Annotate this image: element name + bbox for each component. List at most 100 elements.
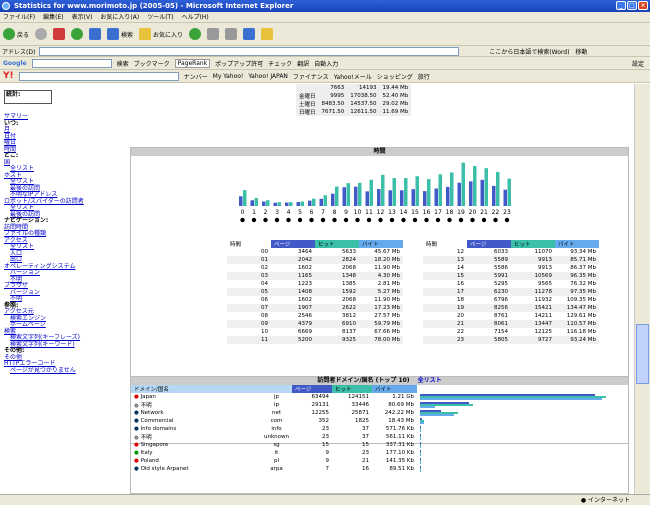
address-input[interactable]	[39, 46, 460, 56]
yahoo-link[interactable]: 旅行	[418, 72, 430, 81]
yahoo-search-input[interactable]	[18, 71, 179, 81]
menu-item[interactable]: 編集(E)	[43, 14, 63, 21]
cell-hour: 11	[261, 337, 268, 343]
cell-bars	[417, 409, 628, 417]
google-search-button[interactable]: 検索	[117, 59, 129, 68]
translate-button[interactable]: 翻訳	[297, 59, 309, 68]
cell-pages: 29131	[311, 402, 330, 408]
table-header-row: 時間 ページ ヒット バイト	[227, 240, 403, 248]
menu-item[interactable]: 表示(V)	[72, 14, 93, 21]
cell-hits: 6910	[342, 321, 356, 327]
favorites-button[interactable]: お気に入り	[139, 28, 183, 40]
domain-bar	[420, 462, 421, 464]
yahoo-link[interactable]: ファイナンス	[293, 72, 329, 81]
column-header: ヒット	[315, 240, 359, 248]
cell-name: ● Commercial	[131, 417, 261, 425]
cell-code: pl	[273, 458, 280, 464]
yahoo-link[interactable]: Yahoo! JAPAN	[248, 73, 288, 80]
hour-bar-hits	[335, 186, 339, 206]
cell-hour: 21	[457, 321, 464, 327]
hour-bar-hits	[473, 166, 477, 206]
table-row: 05 1408 1592 5.27 Mb	[227, 288, 403, 296]
hour-bar-pages	[423, 191, 427, 206]
menu-item[interactable]: ツール(T)	[147, 14, 173, 21]
cell-day: 日曜日	[299, 110, 316, 116]
hour-tick-label: 10	[354, 209, 362, 216]
table-row: 00 3464 5633 45.67 Mb	[227, 248, 403, 256]
cell-bw: 177.10 Kb	[385, 450, 414, 456]
domain-name: Singapore	[140, 442, 169, 448]
note-button[interactable]	[261, 28, 274, 40]
menu-item[interactable]: お気に入り(A)	[100, 14, 139, 21]
yahoo-link[interactable]: ショッピング	[377, 72, 413, 81]
cell-bars	[417, 449, 628, 457]
yahoo-link[interactable]: Yahoo!メール	[334, 72, 372, 81]
table-row: ● Singapore sg 15 15 337.31 Kb	[131, 441, 628, 449]
nav-link[interactable]: ページが見つかりません	[4, 367, 122, 375]
hour-tick-label: 20	[469, 209, 477, 216]
clock-icon	[389, 217, 395, 223]
forward-button[interactable]	[35, 28, 48, 40]
domain-name: Commercial	[140, 418, 174, 424]
cell-pages: 5200	[298, 337, 312, 343]
table-row: 01 2042 2824 18.20 Mb	[227, 256, 403, 264]
mail-button[interactable]	[207, 28, 220, 40]
stop-button[interactable]	[53, 28, 66, 40]
yahoo-link[interactable]: ナンバー	[184, 72, 208, 81]
cell-bw: 2.81 Mb	[377, 281, 400, 287]
menu-item[interactable]: ファイル(F)	[3, 14, 35, 21]
cell-pages: 5586	[494, 265, 508, 271]
clock-icon	[240, 217, 245, 223]
cell-hits: 1348	[342, 273, 356, 279]
cell-hits: 15	[362, 442, 369, 448]
minimize-button[interactable]: _	[616, 1, 626, 10]
cell-name: ● 不明	[131, 433, 261, 441]
refresh-button[interactable]	[71, 28, 84, 40]
cell-bw: 11.90 Mb	[374, 297, 400, 303]
home-button[interactable]	[89, 28, 102, 40]
print-button[interactable]	[225, 28, 238, 40]
cell-bw: 78.00 Mb	[374, 337, 400, 343]
maximize-button[interactable]: □	[627, 1, 637, 10]
yahoo-link[interactable]: My Yahoo!	[213, 73, 244, 80]
left-navigation: 統計: サマリー いつ: 月日付 曜日 時間 どこ: 国全リスト ホスト 全リスト 最後の訪問 不明…	[4, 90, 122, 494]
google-logo: Google	[3, 59, 27, 67]
column-header: バイト	[555, 240, 599, 248]
clock-icon	[470, 217, 475, 223]
search-button[interactable]: 検索	[107, 28, 133, 40]
vertical-scrollbar[interactable]	[634, 84, 650, 494]
menu-item[interactable]: ヘルプ(H)	[182, 14, 209, 21]
cell-bw: 571.76 Kb	[385, 426, 414, 432]
go-button[interactable]: 移動	[575, 47, 587, 56]
history-icon	[189, 28, 202, 40]
cell-hour: 18	[457, 297, 464, 303]
cell-code: unknown	[264, 434, 289, 440]
cell-bw: 93.34 Mb	[570, 249, 596, 255]
cell-bw: 19.44 Mb	[382, 85, 409, 91]
check-button[interactable]: チェック	[268, 59, 292, 68]
bookmarks-button[interactable]: ブックマーク	[134, 59, 170, 68]
close-button[interactable]: ×	[638, 1, 648, 10]
cell-pages: 7	[325, 466, 330, 472]
google-toolbar: Google 検索 ブックマーク PageRank ポップアップ許可 チェック …	[0, 57, 650, 70]
hours-title: 時間	[131, 148, 628, 156]
google-search-input[interactable]	[31, 58, 112, 68]
cell-code: net	[271, 410, 282, 416]
history-button[interactable]	[189, 28, 202, 40]
domains-full-list-link[interactable]: 全リスト	[418, 377, 442, 384]
cell-pages: 6796	[494, 297, 508, 303]
settings-button[interactable]: 設定	[632, 59, 644, 68]
popup-button[interactable]: ポップアップ許可	[215, 59, 263, 68]
cell-pages: 1907	[298, 305, 312, 311]
menu-bar: ファイル(F) 編集(E) 表示(V) お気に入り(A) ツール(T) ヘルプ(H)	[0, 12, 650, 23]
domain-name: Network	[140, 410, 164, 416]
hour-bar-hits	[438, 174, 442, 206]
back-button[interactable]: 戻る	[3, 28, 29, 40]
cell-hits: 12611.50	[350, 109, 377, 115]
scrollbar-thumb[interactable]	[636, 324, 649, 384]
table-row: 日曜日 7671.50 12611.50 11.69 Mb	[296, 108, 411, 116]
autofill-button[interactable]: 自動入力	[314, 59, 338, 68]
window-titlebar: Statistics for www.morimoto.jp (2005-05)…	[0, 0, 650, 12]
edit-button[interactable]	[243, 28, 256, 40]
column-header: ヒット	[511, 240, 555, 248]
